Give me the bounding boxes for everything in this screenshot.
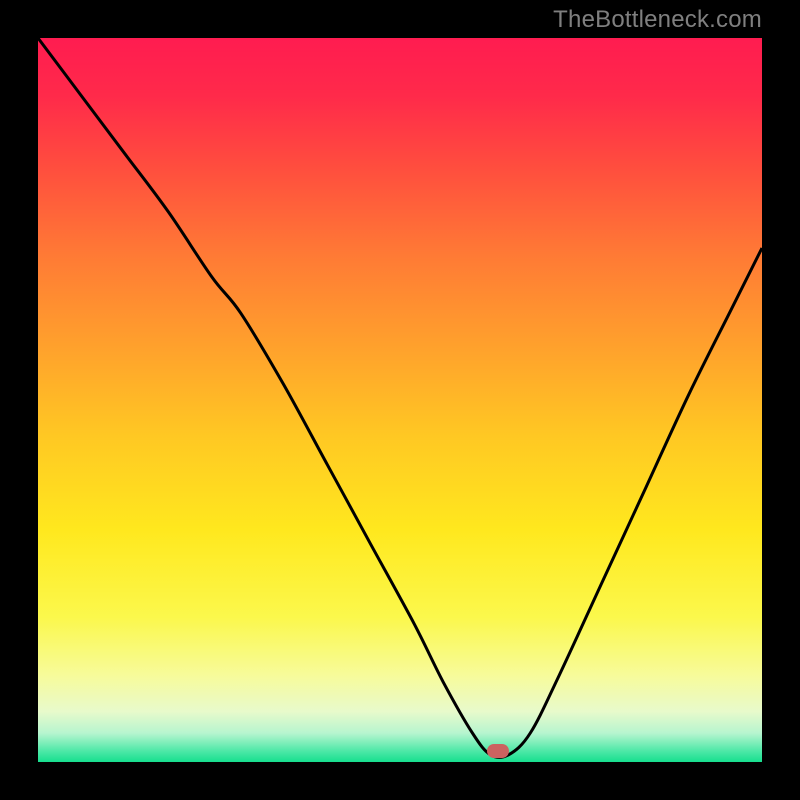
bottleneck-marker — [487, 744, 509, 758]
watermark-text: TheBottleneck.com — [553, 6, 762, 34]
plot-area — [38, 38, 762, 762]
bottleneck-curve — [38, 38, 762, 762]
chart-frame: TheBottleneck.com — [0, 0, 800, 800]
